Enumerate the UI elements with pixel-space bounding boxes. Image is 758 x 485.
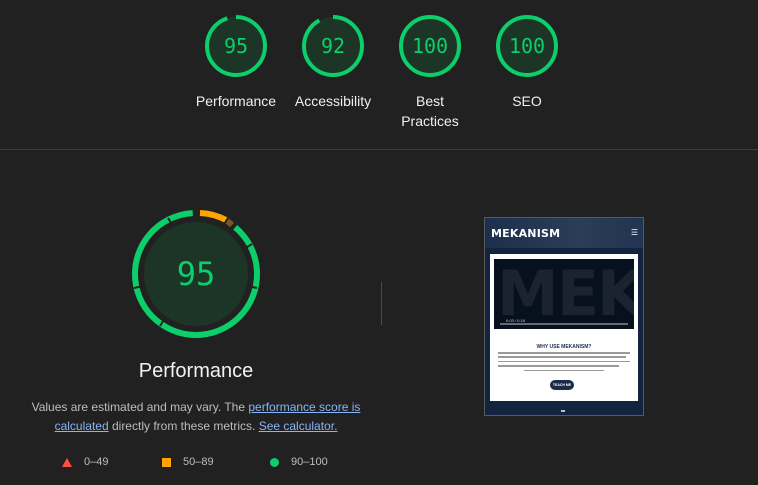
- score-value: 92: [320, 34, 346, 58]
- site-logo: MEKANISM: [491, 227, 561, 240]
- category-scores: 95 Performance 92 Accessibility 100 Best…: [0, 0, 758, 150]
- teach-me-button: TEACH ME: [550, 380, 574, 390]
- legend-item-fail: 0–49: [62, 456, 108, 468]
- section-paragraph: [498, 352, 630, 374]
- section-heading: WHY USE MEKANISM?: [536, 344, 592, 350]
- performance-score: 95: [176, 255, 216, 293]
- final-screenshot[interactable]: MEKANISM ☰ MEK 0:03 / 0:18 WHY USE MEKAN…: [484, 217, 644, 416]
- score-ring: 92: [301, 14, 365, 78]
- score-value: 95: [223, 34, 249, 58]
- triangle-icon: [62, 457, 72, 467]
- score-ring: 95: [204, 14, 268, 78]
- vertical-separator: [381, 282, 382, 325]
- score-value: 100: [411, 34, 449, 58]
- score-ring: 100: [398, 14, 462, 78]
- score-value: 100: [508, 34, 546, 58]
- see-calculator-link[interactable]: See calculator.: [259, 419, 338, 433]
- category-label: Performance: [195, 93, 277, 109]
- circle-icon: [270, 457, 279, 467]
- video-progress: [500, 323, 628, 325]
- site-navbar: MEKANISM ☰: [485, 218, 643, 248]
- gauge-seo[interactable]: 100 SEO: [482, 14, 572, 111]
- legend-item-pass: 90–100: [270, 456, 328, 468]
- hamburger-icon: ☰: [630, 228, 638, 237]
- category-label: SEO: [512, 93, 542, 109]
- section-divider: [0, 149, 758, 150]
- performance-title: Performance: [138, 360, 254, 382]
- score-ring: 100: [495, 14, 559, 78]
- gauge-accessibility[interactable]: 92 Accessibility: [288, 14, 378, 111]
- category-label: Best Practices: [401, 93, 459, 129]
- footer-mark: [561, 410, 565, 412]
- site-content: MEK 0:03 / 0:18 WHY USE MEKANISM? TEACH …: [490, 254, 638, 401]
- legend-item-average: 50–89: [162, 456, 214, 468]
- gauge-best-practices[interactable]: 100 Best Practices: [385, 14, 475, 131]
- gauge-performance[interactable]: 95 Performance: [191, 14, 281, 111]
- hero-video: MEK 0:03 / 0:18: [494, 259, 634, 329]
- square-icon: [162, 457, 171, 467]
- category-label: Accessibility: [294, 93, 372, 109]
- performance-description: Values are estimated and may vary. The p…: [31, 400, 361, 433]
